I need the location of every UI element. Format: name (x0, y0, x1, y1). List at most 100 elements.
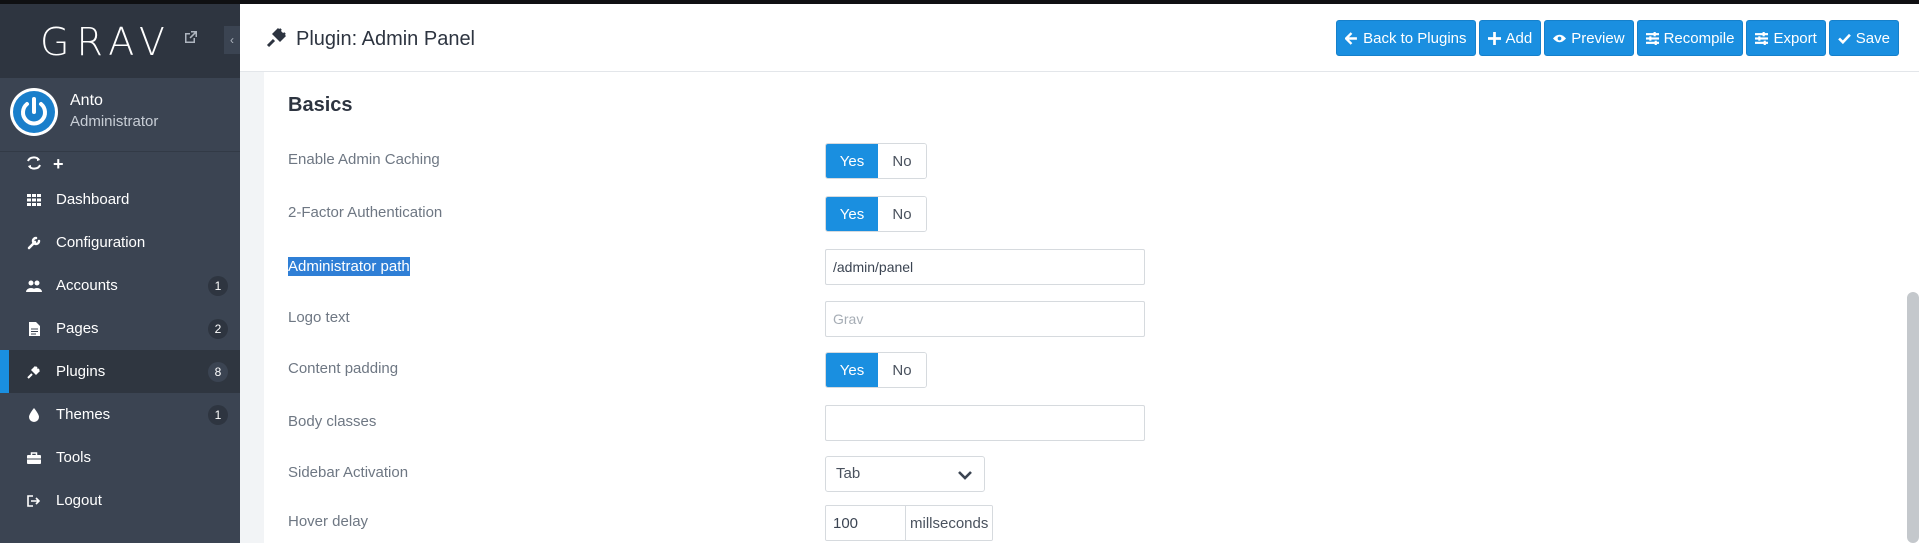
content-padding-no-option[interactable]: No (878, 353, 926, 387)
logo-row: GRAV ‹ (0, 0, 240, 78)
sidebar-item-label: Dashboard (56, 191, 130, 208)
logo-text-input[interactable] (825, 301, 1145, 337)
sidebar-item-dashboard[interactable]: Dashboard (0, 178, 240, 221)
field-sidebar-activation: Sidebar Activation Tab (288, 456, 1888, 492)
plus-icon[interactable]: + (53, 154, 64, 175)
twofa-toggle: Yes No (825, 196, 927, 232)
plugins-count-badge: 8 (208, 362, 228, 382)
field-label: Body classes (288, 413, 377, 430)
sidebar: GRAV ‹ Anto Administrator + Dashboard Co… (0, 0, 240, 543)
twofa-yes-option[interactable]: Yes (826, 197, 878, 231)
sidebar-collapse-toggle[interactable]: ‹ (224, 26, 240, 54)
sidebar-item-accounts[interactable]: Accounts 1 (0, 264, 240, 307)
select-value: Tab (836, 465, 861, 482)
grid-icon (26, 192, 42, 208)
recompile-button[interactable]: Recompile (1636, 20, 1744, 56)
sliders-icon (1645, 31, 1659, 45)
add-button[interactable]: Add (1478, 20, 1542, 56)
wrench-icon (26, 235, 42, 251)
user-role: Administrator (70, 113, 159, 130)
button-label: Export (1773, 29, 1817, 47)
user-name: Anto (70, 92, 103, 109)
content-padding-toggle: Yes No (825, 352, 927, 388)
sidebar-item-label: Logout (56, 492, 102, 509)
sidebar-item-tools[interactable]: Tools (0, 436, 240, 479)
field-label: Sidebar Activation (288, 464, 409, 481)
sidebar-item-plugins[interactable]: Plugins 8 (0, 350, 240, 393)
refresh-icon[interactable] (26, 156, 42, 174)
back-to-plugins-button[interactable]: Back to Plugins (1336, 20, 1476, 56)
field-body-classes: Body classes (288, 405, 1888, 441)
quick-actions: + (0, 152, 240, 178)
caching-no-option[interactable]: No (878, 144, 926, 178)
header-actions: Back to Plugins Add Preview Recompile Ex… (1336, 20, 1899, 56)
twofa-no-option[interactable]: No (878, 197, 926, 231)
hover-delay-group: millseconds (825, 505, 994, 541)
themes-count-badge: 1 (208, 405, 228, 425)
save-button[interactable]: Save (1828, 20, 1899, 56)
sidebar-item-configuration[interactable]: Configuration (0, 221, 240, 264)
button-label: Back to Plugins (1363, 29, 1467, 47)
sidebar-item-logout[interactable]: Logout (0, 479, 240, 522)
field-logo-text: Logo text (288, 301, 1888, 337)
eye-icon (1553, 34, 1567, 42)
check-icon (1837, 33, 1851, 44)
field-label: 2-Factor Authentication (288, 204, 443, 221)
sidebar-item-pages[interactable]: Pages 2 (0, 307, 240, 350)
field-label: Administrator path (288, 257, 410, 276)
button-label: Recompile (1663, 29, 1735, 47)
body-classes-input[interactable] (825, 405, 1145, 441)
tint-icon (26, 407, 42, 423)
user-profile[interactable]: Anto Administrator (0, 78, 240, 152)
caching-yes-option[interactable]: Yes (826, 144, 878, 178)
field-enable-admin-caching: Enable Admin Caching Yes No (288, 143, 1888, 179)
section-title: Basics (288, 94, 353, 116)
sidebar-activation-select[interactable]: Tab (825, 456, 985, 492)
arrow-left-icon (1345, 31, 1358, 45)
hover-delay-input[interactable] (826, 506, 906, 540)
plug-icon (266, 26, 288, 53)
page-scrollbar[interactable] (1907, 292, 1919, 543)
page-title: Plugin: Admin Panel (296, 28, 476, 50)
sliders-icon (1755, 31, 1769, 45)
sidebar-item-themes[interactable]: Themes 1 (0, 393, 240, 436)
briefcase-icon (26, 450, 42, 466)
sidebar-item-label: Accounts (56, 277, 118, 294)
power-icon (13, 91, 55, 133)
sidebar-item-label: Themes (56, 406, 111, 423)
field-label: Enable Admin Caching (288, 151, 440, 168)
admin-path-input[interactable] (825, 249, 1145, 285)
export-button[interactable]: Export (1746, 20, 1826, 56)
field-label: Content padding (288, 360, 399, 377)
field-admin-path: Administrator path (288, 249, 1888, 285)
plugin-config-form: Basics Enable Admin Caching Yes No 2-Fac… (264, 72, 1919, 543)
button-label: Save (1855, 29, 1890, 47)
file-icon (26, 321, 42, 337)
button-label: Preview (1571, 29, 1625, 47)
chevron-down-icon (958, 471, 972, 480)
caching-toggle: Yes No (825, 143, 927, 179)
preview-button[interactable]: Preview (1544, 20, 1634, 56)
top-strip (0, 0, 1919, 4)
sidebar-nav: Dashboard Configuration Accounts 1 Pages… (0, 178, 240, 522)
accounts-count-badge: 1 (208, 276, 228, 296)
field-label: Hover delay (288, 513, 369, 530)
content-padding-yes-option[interactable]: Yes (826, 353, 878, 387)
sidebar-item-label: Pages (56, 320, 99, 337)
logout-icon (26, 493, 42, 509)
field-label: Logo text (288, 309, 350, 326)
grav-logo[interactable]: GRAV (40, 20, 172, 64)
avatar[interactable] (10, 88, 58, 136)
sidebar-item-label: Plugins (56, 363, 106, 380)
pages-count-badge: 2 (208, 319, 228, 339)
field-content-padding: Content padding Yes No (288, 352, 1888, 388)
button-label: Add (1505, 29, 1533, 47)
plus-icon (1487, 31, 1501, 45)
field-hover-delay: Hover delay millseconds (288, 505, 1888, 541)
page-header: Plugin: Admin Panel Back to Plugins Add … (240, 4, 1919, 72)
external-link-icon[interactable] (184, 30, 198, 44)
sidebar-item-label: Configuration (56, 234, 146, 251)
title-wrap: Plugin: Admin Panel (266, 26, 475, 53)
users-icon (26, 278, 42, 294)
plug-icon (26, 364, 42, 380)
